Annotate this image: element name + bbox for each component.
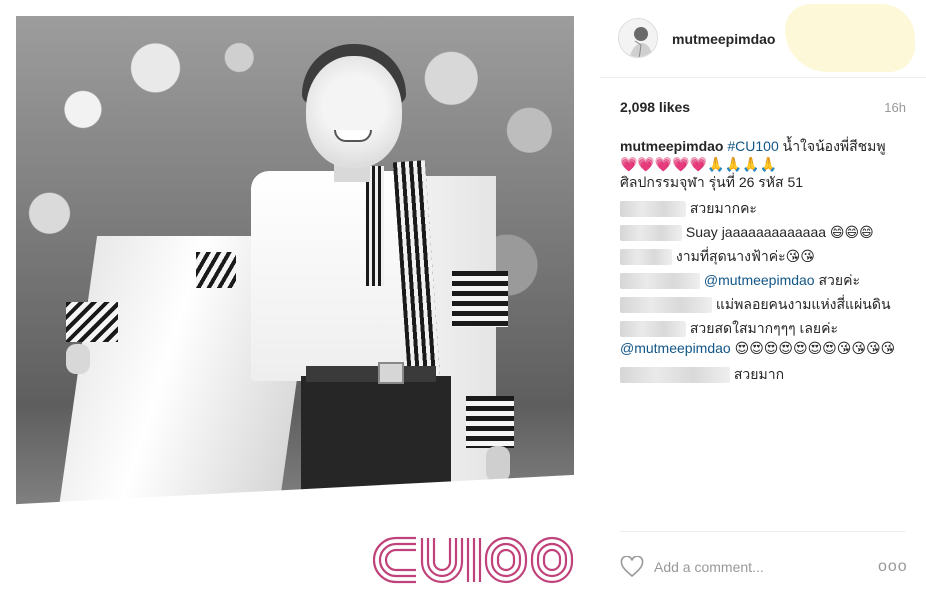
like-button[interactable] <box>620 555 644 578</box>
caption-hashtag[interactable]: #CU100 <box>727 138 778 154</box>
comment-item: แม่พลอยคนงามแห่งสี่แผ่นดิน <box>620 295 910 319</box>
comment-text: สวยมาก <box>733 366 785 382</box>
comment-item: สวยมาก <box>620 365 910 389</box>
comment-item: สวยมากคะ <box>620 199 910 223</box>
comment-text: สวยมากคะ <box>689 200 757 216</box>
redacted-username <box>620 273 700 290</box>
comment-composer: ooo <box>620 531 908 595</box>
post-header: mutmeepimdao <box>600 0 926 78</box>
caption: mutmeepimdao #CU100 น้ำใจน้องพี่สีชมพู <box>620 137 910 155</box>
likes-count[interactable]: 2,098 likes <box>620 99 690 115</box>
comment-item: สวยสดใสมากๆๆๆ เลยค่ะ <box>620 319 910 339</box>
comment-text: สวยสดใสมากๆๆๆ เลยค่ะ <box>689 320 838 336</box>
comment-text: แม่พลอยคนงามแห่งสี่แผ่นดิน <box>715 296 891 312</box>
comment-item-continued: @mutmeepimdao 😍😍😍😍😍😍😍😘😘😘😘 <box>620 339 910 365</box>
caption-username[interactable]: mutmeepimdao <box>620 138 723 154</box>
comment-text: สวยค่ะ <box>814 272 860 288</box>
comment-input[interactable] <box>654 556 854 578</box>
redacted-username <box>620 201 686 218</box>
heart-icon <box>620 555 644 578</box>
comment-text: งามที่สุดนางฟ้าค่ะ😘😘 <box>675 248 815 264</box>
comment-mention[interactable]: @mutmeepimdao <box>620 340 731 356</box>
redacted-username <box>620 225 682 242</box>
highlight-mark <box>785 4 915 72</box>
comment-item: @mutmeepimdao สวยค่ะ <box>620 271 910 295</box>
caption-emoji-line: 💗💗💗💗💗🙏🙏🙏🙏 <box>620 155 910 173</box>
comment-text: Suay jaaaaaaaaaaaaa 😄😄😄 <box>685 224 874 240</box>
redacted-username <box>620 367 730 384</box>
redacted-username <box>620 249 672 266</box>
post-media <box>0 0 600 595</box>
avatar-image <box>619 19 657 57</box>
caption-text: น้ำใจน้องพี่สีชมพู <box>778 138 886 154</box>
post-photo[interactable] <box>16 16 574 535</box>
more-options-icon: ooo <box>878 558 908 575</box>
redacted-username <box>620 297 712 314</box>
post-stats: 2,098 likes 16h <box>620 99 906 119</box>
cu100-logo <box>372 536 574 584</box>
comment-list: mutmeepimdao #CU100 น้ำใจน้องพี่สีชมพู 💗… <box>620 137 910 389</box>
caption-text-2: ศิลปกรรมจุฬา รุ่นที่ 26 รหัส 51 <box>620 174 804 190</box>
comment-emoji: 😍😍😍😍😍😍😍😘😘😘😘 <box>730 340 896 356</box>
comment-item: งามที่สุดนางฟ้าค่ะ😘😘 <box>620 247 910 271</box>
post-info-panel: mutmeepimdao 2,098 likes 16h mutmeepimda… <box>600 0 926 595</box>
more-options-button[interactable]: ooo <box>878 558 908 576</box>
post-author-username[interactable]: mutmeepimdao <box>672 31 775 47</box>
avatar[interactable] <box>618 18 658 58</box>
redacted-username <box>620 321 686 338</box>
comment-item: Suay jaaaaaaaaaaaaa 😄😄😄 <box>620 223 910 247</box>
comment-mention[interactable]: @mutmeepimdao <box>704 272 815 288</box>
caption-line-3: ศิลปกรรมจุฬา รุ่นที่ 26 รหัส 51 <box>620 173 910 199</box>
post-timestamp[interactable]: 16h <box>884 100 906 115</box>
caption-emoji: 💗💗💗💗💗🙏🙏🙏🙏 <box>620 156 777 172</box>
